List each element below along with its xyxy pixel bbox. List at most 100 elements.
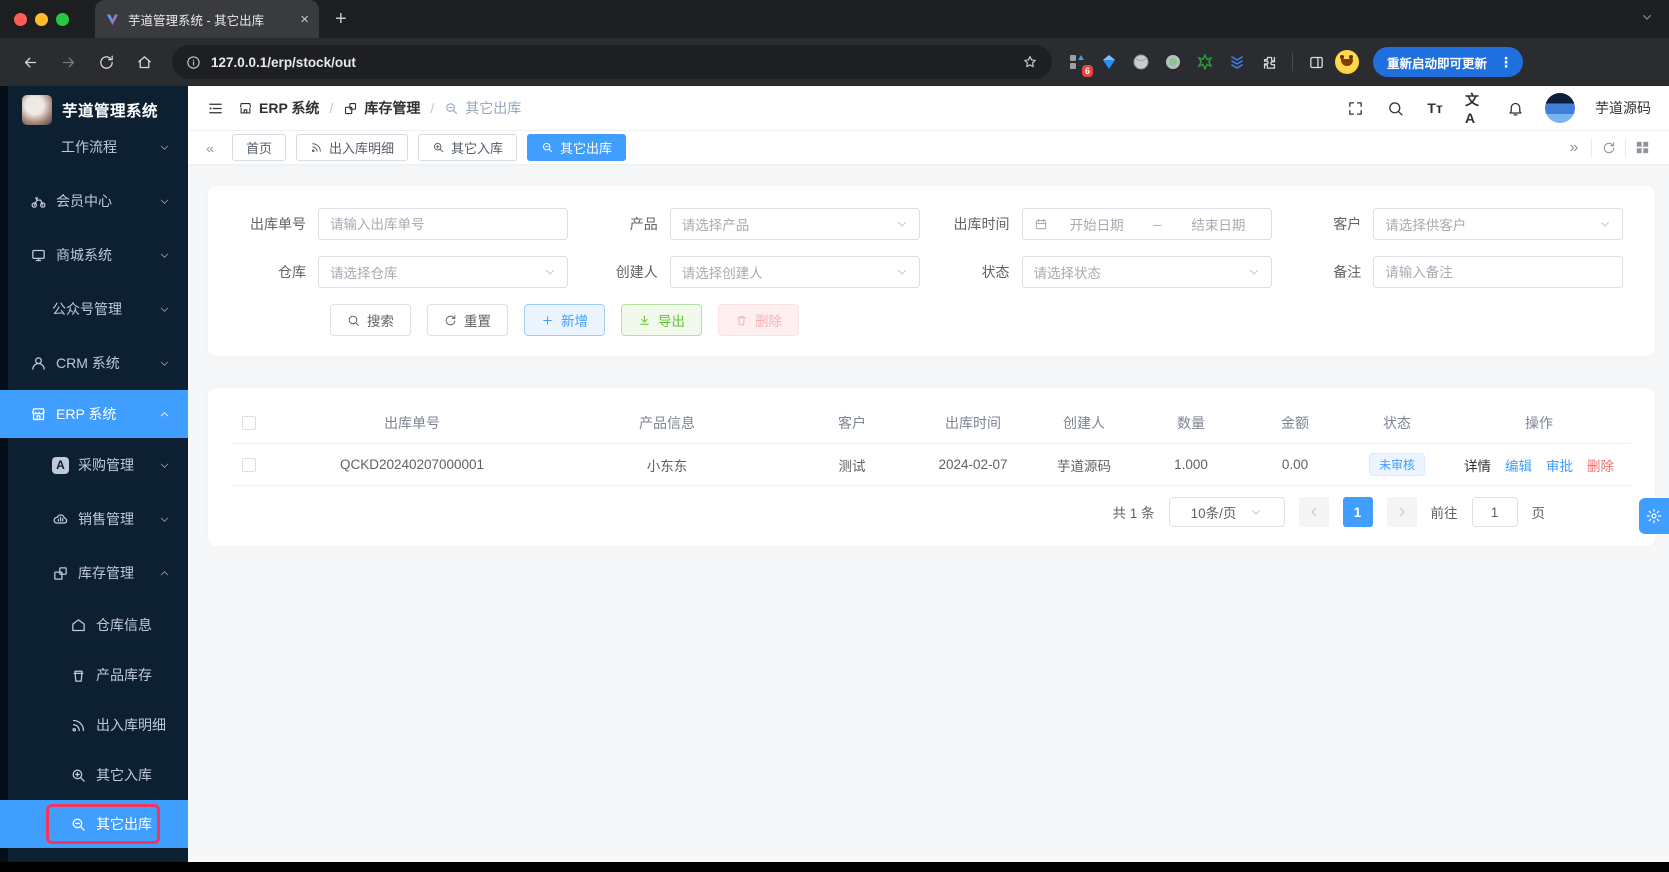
zoom-out-icon [542,142,553,153]
breadcrumb-stock[interactable]: 库存管理 [364,98,420,118]
language-icon[interactable]: 文A [1465,92,1485,126]
font-size-icon[interactable]: Tт [1425,98,1445,118]
tab-home[interactable]: 首页 [232,134,287,161]
chevron-down-icon [160,199,169,204]
address-bar[interactable]: 127.0.0.1/erp/stock/out [172,45,1052,79]
back-icon[interactable] [14,46,46,78]
window: 芋道管理系统 - 其它出库 × + 127.0.0.1/erp/stock/ou… [0,0,1669,872]
next-page-button[interactable] [1386,497,1417,527]
zoom-in-icon [433,142,444,153]
tab-other-stock-in[interactable]: 其它入库 [418,134,518,161]
delete-button[interactable]: 删除 [718,304,799,336]
approve-link[interactable]: 审批 [1546,455,1573,475]
goto-page-input[interactable] [1471,497,1518,527]
edit-link[interactable]: 编辑 [1505,455,1532,475]
notification-bell-icon[interactable] [1505,98,1525,118]
user-avatar[interactable] [1545,93,1575,123]
page-size-select[interactable]: 10条/页 [1168,497,1285,527]
warehouse-select[interactable]: 请选择仓库 [318,256,568,288]
reload-icon[interactable] [90,46,122,78]
zoom-in-icon [72,769,85,782]
cell-creator: 芋道源码 [1057,458,1111,474]
profile-avatar[interactable] [1335,50,1359,74]
settings-gear-button[interactable] [1639,498,1669,534]
minimize-window-button[interactable] [35,12,48,26]
creator-select[interactable]: 请选择创建人 [669,256,920,288]
delete-link[interactable]: 删除 [1587,455,1614,475]
site-info-icon[interactable] [186,55,201,70]
tab-search-chevron-icon[interactable] [1641,10,1653,28]
order-no-input[interactable] [330,216,556,232]
relaunch-update-button[interactable]: 重新启动即可更新 ⋮ [1373,47,1524,77]
sidebar-item-product-stock[interactable]: 产品库存 [0,650,188,700]
extension-green-star-icon[interactable] [1192,49,1218,75]
tab-stock-record[interactable]: 出入库明细 [296,134,409,161]
plus-icon [543,315,552,325]
sidebar-item-sales-mgmt[interactable]: 销售管理 [0,492,188,546]
sidebar-item-workflow[interactable]: 工作流程 [0,120,188,174]
export-button[interactable]: 导出 [621,304,702,336]
new-tab-button[interactable]: + [335,8,347,31]
extension-gem-icon[interactable] [1096,49,1122,75]
tabs-scroll-left-icon[interactable]: « [198,140,222,156]
reset-button[interactable]: 重置 [427,304,508,336]
remark-input[interactable] [1385,264,1612,280]
col-header-amount: 金额 [1281,414,1309,431]
detail-link[interactable]: 详情 [1464,455,1491,475]
sidebar-item-official-account[interactable]: 公众号管理 [0,282,188,336]
extension-sphere-icon[interactable] [1128,49,1154,75]
sidebar-item-stock-record[interactable]: 出入库明细 [0,700,188,750]
sidebar-item-erp-system[interactable]: ERP 系统 [0,390,188,438]
search-button[interactable]: 搜索 [330,304,411,336]
filter-label-order-no: 出库单号 [250,216,306,232]
select-all-checkbox[interactable] [242,415,256,430]
add-button[interactable]: 新增 [524,304,605,336]
extensions-puzzle-icon[interactable] [1256,49,1282,75]
sidebar-item-crm-system[interactable]: CRM 系统 [0,336,188,390]
breadcrumb-separator: / [430,100,435,116]
extension-tray-icon[interactable]: 6 [1064,49,1093,77]
col-header-creator: 创建人 [1063,414,1105,431]
app-header: ERP 系统 / 库存管理 / 其它出库 Tт 文A 芋道源码 [188,86,1669,130]
tabs-menu-grid-icon[interactable] [1625,137,1659,158]
browser-menu-icon[interactable]: ⋮ [1495,54,1517,71]
extension-green-dot-icon[interactable] [1160,49,1186,75]
search-icon[interactable] [1385,98,1405,118]
sidebar-item-other-stock-in[interactable]: 其它入库 [0,750,188,800]
person-icon [32,356,45,370]
collapse-menu-icon[interactable] [200,93,230,123]
tab-close-icon[interactable]: × [300,11,309,28]
row-checkbox[interactable] [242,457,256,472]
tab-other-stock-out[interactable]: 其它出库 [527,134,627,161]
product-select[interactable]: 请选择产品 [669,208,920,240]
download-icon [640,315,649,325]
extension-chevrons-icon[interactable] [1224,49,1250,75]
sidebar-item-member-center[interactable]: 会员中心 [0,174,188,228]
breadcrumb-erp[interactable]: ERP 系统 [259,98,319,118]
close-window-button[interactable] [14,12,27,26]
browser-tab[interactable]: 芋道管理系统 - 其它出库 × [95,0,319,38]
search-icon [348,315,359,326]
bookmark-star-icon[interactable] [1022,54,1038,70]
prev-page-button[interactable] [1298,497,1329,527]
current-page[interactable]: 1 [1342,497,1373,527]
forward-icon[interactable] [52,46,84,78]
home-icon[interactable] [128,46,160,78]
refresh-icon[interactable] [1591,137,1625,158]
sidebar-item-other-stock-out[interactable]: 其它出库 [0,800,188,848]
tabs-scroll-right-icon[interactable]: » [1557,138,1591,158]
traffic-lights [14,12,69,26]
zoom-window-button[interactable] [56,12,69,26]
sidebar-item-mall-system[interactable]: 商城系统 [0,228,188,282]
side-panel-icon[interactable] [1303,49,1329,75]
sidebar-item-purchase-mgmt[interactable]: A 采购管理 [0,438,188,492]
sidebar-item-warehouse-info[interactable]: 仓库信息 [0,600,188,650]
user-name[interactable]: 芋道源码 [1595,98,1651,118]
out-time-daterange[interactable]: 开始日期 – 结束日期 [1021,208,1272,240]
fullscreen-icon[interactable] [1345,98,1365,118]
sidebar-item-stock-mgmt[interactable]: 库存管理 [0,546,188,600]
status-select[interactable]: 请选择状态 [1021,256,1272,288]
chevron-down-icon [1252,510,1261,515]
button-label: 重置 [464,314,491,329]
customer-select[interactable]: 请选择供客户 [1373,208,1624,240]
